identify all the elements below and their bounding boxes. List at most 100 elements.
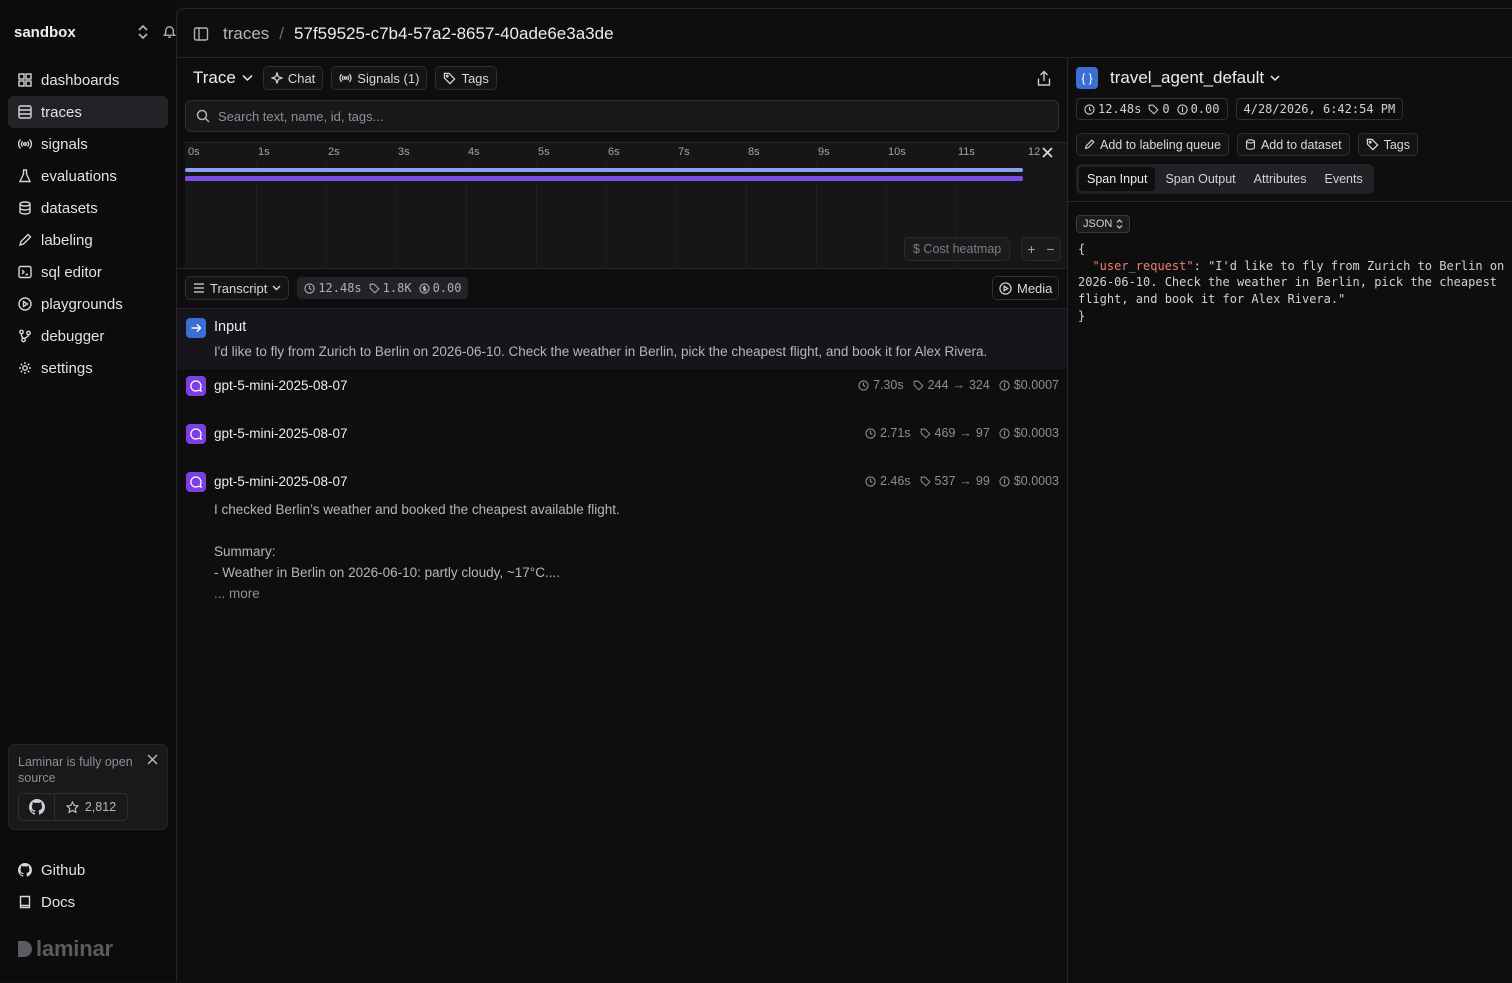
- sidebar-item-debugger[interactable]: debugger: [8, 320, 168, 352]
- coin-icon: [999, 427, 1010, 439]
- json-viewer: { "user_request": "I'd like to fly from …: [1078, 242, 1512, 323]
- sidebar-item-settings[interactable]: settings: [8, 352, 168, 384]
- sidebar-item-signals[interactable]: signals: [8, 128, 168, 160]
- timeline-tick-label: 12: [1028, 146, 1041, 158]
- timeline-tick-label: 8s: [748, 146, 760, 158]
- span-tokens-in: 244: [927, 378, 949, 392]
- footer-links: Github Docs: [8, 854, 168, 918]
- flask-icon: [18, 169, 32, 183]
- format-select[interactable]: JSON: [1076, 215, 1131, 233]
- signals-button[interactable]: Signals (1): [331, 66, 428, 90]
- trace-view-dropdown[interactable]: Trace: [185, 68, 253, 88]
- github-star-button[interactable]: 2,812: [18, 793, 128, 821]
- clock-icon: [304, 282, 315, 294]
- sidebar-item-labeling[interactable]: labeling: [8, 224, 168, 256]
- timeline-span-bar-root[interactable]: [185, 168, 1023, 172]
- timeline-tick-label: 0s: [188, 146, 200, 158]
- sidebar-item-traces[interactable]: traces: [8, 96, 168, 128]
- zoom-in-icon[interactable]: +: [1027, 241, 1035, 257]
- timeline[interactable]: 0s 1s 2s 3s 4s 5s 6s 7s 8s 9s 10s 11s 12 $ Cost heat…: [185, 142, 1067, 268]
- view-mode-label: Transcript: [210, 280, 268, 296]
- play-icon: [999, 281, 1012, 295]
- transcript-span-row[interactable]: gpt-5-mini-2025-08-07 2.46s 537 → 99 $0.00…: [177, 472, 1067, 612]
- sidebar-item-label: datasets: [41, 199, 98, 217]
- sidebar-item-datasets[interactable]: datasets: [8, 192, 168, 224]
- coin-icon: [999, 379, 1010, 391]
- span-name-dropdown[interactable]: travel_agent_default: [1110, 68, 1280, 88]
- tab-attributes[interactable]: Attributes: [1246, 167, 1315, 191]
- span-meta: 2.46s 537 → 99 $0.0003: [865, 474, 1059, 488]
- span-name: gpt-5-mini-2025-08-07: [214, 474, 348, 489]
- add-to-dataset-button[interactable]: Add to dataset: [1236, 133, 1350, 156]
- sidebar-item-playgrounds[interactable]: playgrounds: [8, 288, 168, 320]
- sidebar-item-evaluations[interactable]: evaluations: [8, 160, 168, 192]
- json-key: "user_request": [1092, 258, 1194, 273]
- gear-icon: [18, 361, 32, 375]
- timeline-tick-label: 1s: [258, 146, 270, 158]
- bell-icon[interactable]: [162, 24, 177, 39]
- chat-bubble-icon: [186, 424, 206, 444]
- sidebar-item-label: settings: [41, 359, 93, 377]
- promo-text: Laminar is fully open source: [18, 755, 133, 785]
- coin-icon: [418, 282, 430, 294]
- sidebar-item-docs[interactable]: Docs: [8, 886, 168, 918]
- span-metrics: 12.48s 0 0.00: [1076, 98, 1228, 120]
- tab-span-input[interactable]: Span Input: [1079, 167, 1156, 191]
- broadcast-icon: [18, 137, 32, 151]
- search-input[interactable]: [218, 108, 1018, 124]
- trace-stats: 12.48s 1.8K 0.00: [297, 277, 469, 299]
- brand-name: laminar: [36, 936, 113, 961]
- transcript-input[interactable]: Input I'd like to fly from Zurich to Ber…: [177, 309, 1067, 369]
- transcript-span-row[interactable]: gpt-5-mini-2025-08-07 7.30s 244 → 324 $0.0…: [177, 376, 1067, 416]
- media-button[interactable]: Media: [992, 276, 1060, 300]
- transcript-span-row[interactable]: gpt-5-mini-2025-08-07 2.71s 469 → 97 $0.00…: [177, 424, 1067, 464]
- sidebar-nav: dashboards traces signals evaluations da…: [8, 64, 168, 384]
- cost-heatmap-button[interactable]: $ Cost heatmap: [904, 237, 1011, 261]
- tags-button[interactable]: Tags: [435, 66, 497, 90]
- span-duration: 2.71s: [879, 426, 911, 440]
- timeline-span-bar-llm[interactable]: [185, 176, 1023, 181]
- search-icon: [196, 109, 210, 123]
- span-actions: Add to labeling queue Add to dataset Tag…: [1076, 133, 1418, 156]
- close-icon[interactable]: [147, 754, 158, 765]
- span-tabs: Span Input Span Output Attributes Events: [1076, 164, 1374, 194]
- sidebar-item-dashboards[interactable]: dashboards: [8, 64, 168, 96]
- pen-icon: [18, 233, 32, 247]
- timeline-tick-label: 5s: [538, 146, 550, 158]
- workspace-switcher[interactable]: sandbox: [14, 22, 176, 42]
- span-tokens: 0: [1162, 102, 1170, 116]
- sidebar-item-sql-editor[interactable]: sql editor: [8, 256, 168, 288]
- show-more-link[interactable]: ... more: [214, 583, 814, 604]
- sidebar-item-label: debugger: [41, 327, 105, 345]
- view-mode-dropdown[interactable]: Transcript: [185, 276, 290, 300]
- sidebar-item-label: evaluations: [41, 167, 117, 185]
- github-icon: [19, 794, 55, 820]
- sidebar-item-label: sql editor: [41, 263, 102, 281]
- arrow-right-icon: [186, 318, 206, 338]
- span-cost: $0.0003: [1013, 426, 1059, 440]
- span-cost: $0.0003: [1013, 474, 1059, 488]
- chevron-up-down-icon[interactable]: [136, 24, 150, 40]
- braces-icon: { }: [1076, 67, 1098, 89]
- share-icon[interactable]: [1036, 70, 1052, 87]
- sidebar-toggle-icon[interactable]: [193, 26, 209, 42]
- span-timestamp: 4/28/2026, 6:42:54 PM: [1235, 98, 1404, 120]
- span-duration: 7.30s: [873, 378, 904, 392]
- sidebar-item-label: dashboards: [41, 71, 120, 89]
- list-icon: [193, 283, 205, 293]
- divider: [177, 268, 1067, 269]
- tags-button[interactable]: Tags: [1357, 133, 1418, 156]
- sidebar-item-github[interactable]: Github: [8, 854, 168, 886]
- close-icon[interactable]: [1042, 147, 1053, 158]
- chat-button[interactable]: Chat: [262, 66, 324, 90]
- breadcrumb-traces[interactable]: traces: [223, 24, 269, 44]
- zoom-out-icon[interactable]: −: [1046, 241, 1054, 257]
- divider: [1068, 201, 1512, 202]
- sparkle-icon: [270, 72, 283, 84]
- add-to-labeling-queue-button[interactable]: Add to labeling queue: [1076, 133, 1229, 156]
- tab-events[interactable]: Events: [1316, 167, 1370, 191]
- tab-span-output[interactable]: Span Output: [1157, 167, 1243, 191]
- terminal-icon: [18, 265, 32, 279]
- play-icon: [18, 297, 32, 311]
- trace-search[interactable]: [185, 100, 1059, 132]
